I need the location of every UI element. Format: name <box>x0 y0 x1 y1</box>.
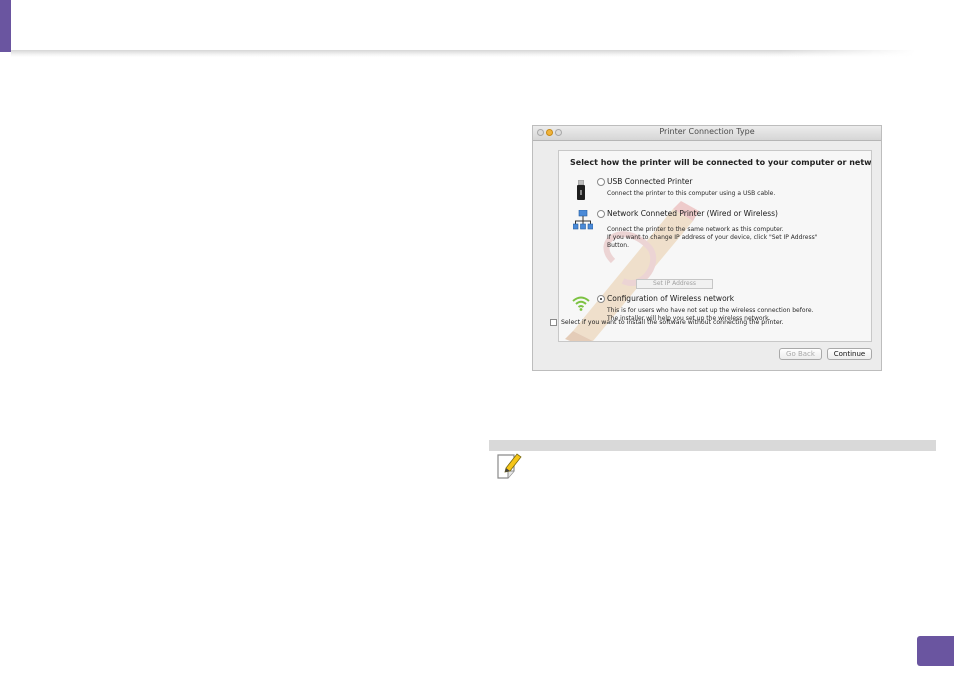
title-bar: Printer Connection Type <box>533 126 881 141</box>
wireless-option-label: Configuration of Wireless network <box>607 294 735 303</box>
network-option-label: Network Conneted Printer (Wired or Wirel… <box>607 209 778 218</box>
page-tab-marker <box>0 0 11 52</box>
window-title: Printer Connection Type <box>659 127 755 136</box>
page-number-tab <box>917 636 954 666</box>
wireless-option-radio[interactable] <box>597 295 605 303</box>
wifi-icon <box>572 296 590 311</box>
network-option-radio[interactable] <box>597 210 605 218</box>
connection-heading: Select how the printer will be connected… <box>570 158 872 167</box>
network-icon <box>573 210 593 230</box>
usb-option-label: USB Connected Printer <box>607 177 693 186</box>
install-without-printer-checkbox[interactable] <box>550 319 557 326</box>
note-pencil-icon <box>497 453 522 479</box>
usb-option-radio[interactable] <box>597 178 605 186</box>
header-rule <box>11 50 916 57</box>
go-back-button[interactable]: Go Back <box>779 348 822 360</box>
connection-options-panel: Select how the printer will be connected… <box>558 150 872 342</box>
continue-button[interactable]: Continue <box>827 348 872 360</box>
usb-option-description: Connect the printer to this computer usi… <box>607 190 776 197</box>
usb-icon <box>577 180 585 200</box>
note-header-bar <box>489 440 936 451</box>
printer-connection-dialog: Printer Connection Type Select how the p… <box>532 125 882 371</box>
install-without-printer-label: Select if you want to install the softwa… <box>561 319 784 326</box>
network-option-description: Connect the printer to the same network … <box>607 226 818 249</box>
set-ip-address-button[interactable]: Set IP Address <box>636 279 713 289</box>
